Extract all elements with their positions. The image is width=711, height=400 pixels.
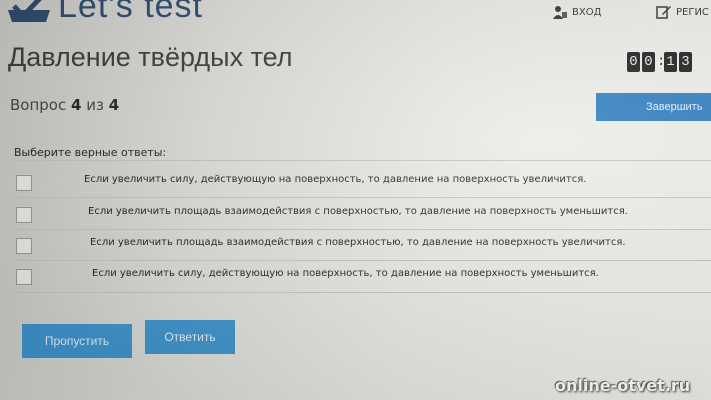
timer-digit: 3 — [679, 52, 692, 72]
answer-option[interactable]: Если увеличить силу, действующую на пове… — [12, 264, 711, 290]
answer-option-text: Если увеличить силу, действующую на пове… — [84, 174, 587, 185]
user-icon — [553, 6, 567, 19]
answer-button[interactable]: Ответить — [145, 320, 235, 354]
timer-digit: 1 — [664, 52, 677, 72]
login-label: ВХОД — [572, 6, 602, 18]
answer-option[interactable]: Если увеличить площадь взаимодействия с … — [12, 233, 711, 259]
logo-text: Let's test — [58, 0, 204, 25]
screen: Let's test ВХОД РЕГИС Давление твёрдых т… — [0, 0, 711, 400]
edit-icon — [656, 6, 671, 19]
countdown-timer: 0 0 : 1 3 — [627, 52, 692, 72]
divider — [12, 197, 711, 198]
answer-option[interactable]: Если увеличить силу, действующую на пове… — [12, 170, 711, 196]
divider — [12, 292, 711, 293]
skip-button[interactable]: Пропустить — [22, 324, 132, 358]
finish-button[interactable]: Завершить — [596, 93, 711, 121]
answer-option-text: Если увеличить площадь взаимодействия с … — [90, 237, 626, 248]
answer-checkbox[interactable] — [16, 175, 32, 191]
timer-digit: 0 — [627, 52, 640, 72]
timer-digit: 0 — [642, 52, 655, 72]
register-label: РЕГИС — [676, 6, 709, 18]
timer-separator: : — [657, 54, 666, 70]
site-logo[interactable]: Let's test — [6, 0, 203, 24]
answer-option-text: Если увеличить силу, действующую на пове… — [92, 268, 599, 279]
divider — [12, 229, 711, 230]
answer-option-text: Если увеличить площадь взаимодействия с … — [88, 206, 628, 217]
divider — [12, 160, 711, 161]
page-title: Давление твёрдых тел — [8, 42, 293, 72]
divider — [12, 260, 711, 261]
instruction-text: Выберите верные ответы: — [14, 146, 167, 159]
answer-checkbox[interactable] — [16, 207, 32, 223]
logo-check-icon — [8, 0, 50, 22]
answer-option[interactable]: Если увеличить площадь взаимодействия с … — [12, 202, 711, 228]
login-link[interactable]: ВХОД — [552, 4, 601, 20]
answer-checkbox[interactable] — [16, 238, 32, 254]
watermark: online-otvet.ru — [555, 376, 691, 395]
counter-prefix: Вопрос — [10, 96, 67, 114]
counter-current: 4 — [71, 96, 82, 114]
register-link[interactable]: РЕГИС — [656, 4, 709, 20]
answer-checkbox[interactable] — [16, 269, 32, 285]
counter-separator: из — [86, 96, 104, 114]
counter-total: 4 — [108, 96, 120, 114]
question-counter: Вопрос 4 из 4 — [10, 96, 119, 114]
